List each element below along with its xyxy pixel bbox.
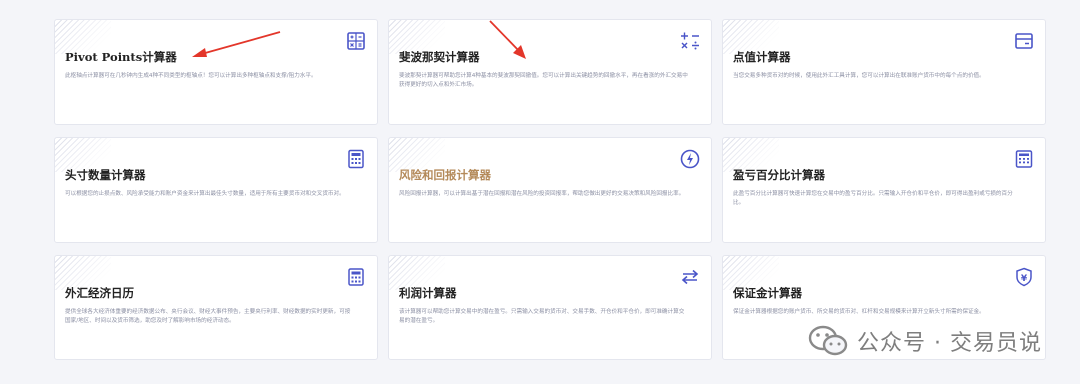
card-decoration bbox=[55, 20, 111, 54]
card-profit-calculator[interactable]: 利润计算器 该计算器可以帮助您计算交易中的潜在盈亏。只需输入交易的货币对、交易手… bbox=[388, 255, 712, 360]
card-title: 风险和回报计算器 bbox=[399, 168, 491, 182]
watermark-text: 公众号 · 交易员说 bbox=[857, 331, 1042, 356]
card-description: 提供全球各大经济体重要的经济数据公布、央行会议、财经大事件预告，主要央行利率、财… bbox=[65, 309, 351, 324]
card-description: 该计算器可以帮助您计算交易中的潜在盈亏。只需输入交易的货币对、交易手数、开仓价和… bbox=[399, 309, 685, 324]
card-title: 点值计算器 bbox=[733, 50, 791, 64]
swap-arrows-icon bbox=[681, 269, 699, 285]
currency-shield-icon: ¥ bbox=[1016, 267, 1032, 287]
card-title: 利润计算器 bbox=[399, 286, 457, 300]
card-pivot-points[interactable]: Pivot Points计算器 此枢轴点计算器可在几秒钟内生成4种不同类型的枢轴… bbox=[54, 19, 378, 125]
card-decoration bbox=[723, 138, 779, 172]
card-description: 当您交易多种货币对的时候，使用此外汇工具计算，您可以计算出在联准账户货币中的每个… bbox=[733, 73, 985, 79]
card-decoration bbox=[55, 138, 111, 172]
card-description: 斐波那契计算器可帮助您计算4种基本的斐波那契回撤值。您可以计算出关键趋势的回撤水… bbox=[399, 73, 688, 88]
card-economic-calendar[interactable]: 外汇经济日历 提供全球各大经济体重要的经济数据公布、央行会议、财经大事件预告，主… bbox=[54, 255, 378, 360]
card-decoration bbox=[723, 20, 779, 54]
card-description: 保证金计算器根据您的账户货币、所交易的货币对、杠杆和交易规模来计算开立新头寸所需… bbox=[733, 309, 985, 315]
card-decoration bbox=[389, 256, 445, 290]
calculator-keypad-icon bbox=[348, 149, 364, 169]
card-position-size[interactable]: 头寸数量计算器 可以根据您的止损点数、风险承受能力和账户资金来计算出最佳头寸数量… bbox=[54, 137, 378, 243]
card-description: 可以根据您的止损点数、风险承受能力和账户资金来计算出最佳头寸数量，适用于所有主要… bbox=[65, 191, 345, 197]
card-profit-loss-percent[interactable]: 盈亏百分比计算器 此盈亏百分比计算器可快速计算您在交易中的盈亏百分比。只需输入开… bbox=[722, 137, 1046, 243]
card-decoration bbox=[389, 20, 445, 54]
card-risk-reward[interactable]: 风险和回报计算器 风险回报计算器，可以计算出基于潜在回报和潜在风险的投资回报率，… bbox=[388, 137, 712, 243]
svg-text:¥: ¥ bbox=[1021, 274, 1028, 284]
card-title: 外汇经济日历 bbox=[65, 286, 134, 300]
wallet-card-icon bbox=[1015, 33, 1033, 49]
card-title: 斐波那契计算器 bbox=[399, 50, 480, 64]
lightning-icon bbox=[680, 149, 700, 169]
card-description: 此盈亏百分比计算器可快速计算您在交易中的盈亏百分比。只需输入开仓价和平仓价，即可… bbox=[733, 191, 1013, 206]
math-operations-icon bbox=[681, 32, 699, 50]
calendar-grid-icon bbox=[348, 268, 364, 286]
card-decoration bbox=[55, 256, 111, 290]
card-title: 头寸数量计算器 bbox=[65, 168, 146, 182]
card-title: 盈亏百分比计算器 bbox=[733, 168, 825, 182]
card-description: 此枢轴点计算器可在几秒钟内生成4种不同类型的枢轴点！您可以计算出多种枢轴点和支撑… bbox=[65, 73, 317, 79]
card-decoration bbox=[723, 256, 779, 290]
keypad-calculator-icon bbox=[1015, 150, 1033, 168]
card-title: 保证金计算器 bbox=[733, 286, 802, 300]
card-pip-value[interactable]: 点值计算器 当您交易多种货币对的时候，使用此外汇工具计算，您可以计算出在联准账户… bbox=[722, 19, 1046, 125]
wechat-watermark: 公众号 · 交易员说 bbox=[807, 322, 1042, 360]
wechat-icon bbox=[808, 325, 848, 356]
card-description: 风险回报计算器，可以计算出基于潜在回报和潜在风险的投资回报率，帮助您做出更好的交… bbox=[399, 191, 685, 197]
calculator-icon bbox=[347, 32, 365, 50]
card-fibonacci[interactable]: 斐波那契计算器 斐波那契计算器可帮助您计算4种基本的斐波那契回撤值。您可以计算出… bbox=[388, 19, 712, 125]
card-decoration bbox=[389, 138, 445, 172]
card-title: Pivot Points计算器 bbox=[65, 50, 177, 64]
